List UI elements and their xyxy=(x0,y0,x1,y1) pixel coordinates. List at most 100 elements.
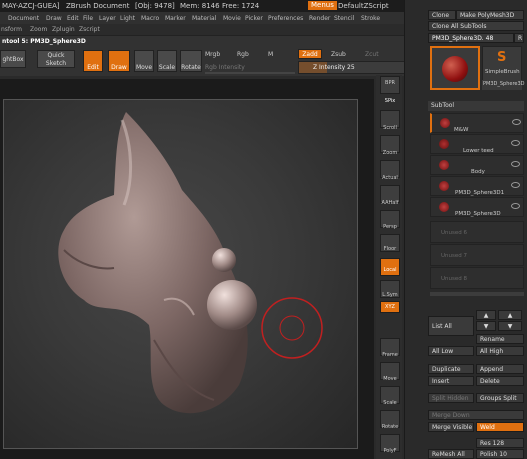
subtool-header[interactable]: SubTool xyxy=(428,101,524,111)
rotate-button[interactable]: Rotate xyxy=(180,50,202,72)
small-sphere xyxy=(212,248,236,272)
draw-button[interactable]: Draw xyxy=(108,50,130,72)
menu-stroke[interactable]: Stroke xyxy=(361,15,380,22)
rgb-button[interactable]: Rgb xyxy=(237,51,249,58)
menu-edit[interactable]: Edit xyxy=(67,15,79,22)
menu-material[interactable]: Material xyxy=(192,15,216,22)
delete-button[interactable]: Delete xyxy=(476,376,524,386)
menu-stencil[interactable]: Stencil xyxy=(334,15,354,22)
subtool-item[interactable]: M&W xyxy=(430,113,524,133)
merge-visible-button[interactable]: Merge Visible xyxy=(428,422,474,432)
subtool-scrollbar[interactable] xyxy=(430,292,524,296)
clone-button[interactable]: Clone xyxy=(428,10,456,20)
split-hidden-button[interactable]: Split Hidden xyxy=(428,393,474,403)
floor-label: Floor xyxy=(383,246,397,252)
subtool-slot-empty[interactable]: Unused 6 xyxy=(430,221,524,243)
subtool-label: Body xyxy=(471,169,485,175)
menu-zoom[interactable]: Zoom xyxy=(30,26,47,33)
merge-down-button[interactable]: Merge Down xyxy=(428,410,524,420)
menu-draw[interactable]: Draw xyxy=(46,15,62,22)
zoom-label: Zoom xyxy=(382,150,398,156)
arrow-down-icon[interactable]: ▼ xyxy=(476,321,496,331)
subtool-item[interactable]: Body xyxy=(430,155,524,175)
menu-transform[interactable]: nsform xyxy=(1,26,22,33)
menu-marker[interactable]: Marker xyxy=(165,15,186,22)
arrow-up-icon[interactable]: ▲ xyxy=(476,310,496,320)
menu-preferences[interactable]: Preferences xyxy=(268,15,303,22)
move-label: Move xyxy=(135,64,153,71)
menu-macro[interactable]: Macro xyxy=(141,15,159,22)
menu-picker[interactable]: Picker xyxy=(245,15,263,22)
menus-toggle[interactable]: Menus xyxy=(308,1,337,10)
viewport[interactable] xyxy=(3,99,358,449)
top-toolbar: ntool 5: PM3D_Sphere3D ghtBox Quick Sket… xyxy=(0,35,425,76)
zadd-button[interactable]: Zadd xyxy=(298,49,322,59)
eye-icon[interactable] xyxy=(511,182,520,188)
spix-label[interactable]: SPix xyxy=(376,98,404,104)
lightbox-button[interactable]: ghtBox xyxy=(0,50,26,68)
rgb-intensity-slider[interactable]: Rgb Intensity xyxy=(205,64,245,71)
active-tool-title: ntool 5: PM3D_Sphere3D xyxy=(2,38,86,45)
local-label: Local xyxy=(383,267,397,273)
arrow-up-double-icon[interactable]: ▲ xyxy=(498,310,522,320)
edit-button[interactable]: Edit xyxy=(83,50,103,72)
z-intensity-slider[interactable]: Z Intensity 25 xyxy=(298,61,410,74)
append-button[interactable]: Append xyxy=(476,364,524,374)
eye-icon[interactable] xyxy=(511,161,520,167)
menu-render[interactable]: Render xyxy=(309,15,330,22)
scale-button[interactable]: Scale xyxy=(157,50,177,72)
draw-label: Draw xyxy=(111,64,127,71)
res-slider[interactable]: Res 128 xyxy=(476,438,524,448)
eye-icon[interactable] xyxy=(512,119,521,125)
tool-thumbnail-active[interactable] xyxy=(430,46,480,90)
subtool-item[interactable]: PM3D_Sphere3D1 xyxy=(430,176,524,196)
quick-sketch-button[interactable]: Quick Sketch xyxy=(37,50,75,68)
tool-name-field[interactable]: PM3D_Sphere3D. 48 xyxy=(428,33,514,43)
mrgb-button[interactable]: Mrgb xyxy=(205,51,220,58)
script-name[interactable]: DefaultZScript xyxy=(338,2,389,10)
arrow-down-double-icon[interactable]: ▼ xyxy=(498,321,522,331)
remesh-all-button[interactable]: ReMesh All xyxy=(428,449,474,459)
groups-split-button[interactable]: Groups Split xyxy=(476,393,524,403)
menu-zscript[interactable]: Zscript xyxy=(79,26,100,33)
subtool-item[interactable]: PM3D_Sphere3D xyxy=(430,197,524,217)
menu-light[interactable]: Light xyxy=(120,15,135,22)
simplebrush-label: SimpleBrush xyxy=(485,69,520,75)
eye-icon[interactable] xyxy=(511,140,520,146)
menu-document[interactable]: Document xyxy=(8,15,39,22)
make-polymesh-button[interactable]: Make PolyMesh3D xyxy=(456,10,524,20)
sculpt-model xyxy=(58,112,323,414)
subtool-slot-empty[interactable]: Unused 7 xyxy=(430,244,524,266)
duplicate-button[interactable]: Duplicate xyxy=(428,364,474,374)
actual-label: Actual xyxy=(382,175,398,181)
list-all-button[interactable]: List All xyxy=(428,316,474,336)
move-button[interactable]: Move xyxy=(134,50,154,72)
z-intensity-label: Z Intensity 25 xyxy=(313,64,355,71)
quick-sketch-label: Quick Sketch xyxy=(45,52,67,67)
subtool-label: PM3D_Sphere3D xyxy=(455,211,501,217)
obj-count: [Obj: 9478] xyxy=(135,2,175,10)
polish-slider[interactable]: Polish 10 xyxy=(476,449,524,459)
all-low-button[interactable]: All Low xyxy=(428,346,474,356)
menu-zplugin[interactable]: Zplugin xyxy=(52,26,75,33)
pm3d-thumb-label: PM3D_Sphere3D xyxy=(483,81,525,87)
subtool-slot-empty[interactable]: Unused 8 xyxy=(430,267,524,289)
zsub-button[interactable]: Zsub xyxy=(331,51,346,58)
rename-button[interactable]: Rename xyxy=(476,334,524,344)
insert-button[interactable]: Insert xyxy=(428,376,474,386)
weld-button[interactable]: Weld xyxy=(476,422,524,432)
all-high-button[interactable]: All High xyxy=(476,346,524,356)
eye-icon[interactable] xyxy=(511,203,520,209)
m-button[interactable]: M xyxy=(268,51,273,58)
r-button[interactable]: R xyxy=(514,33,524,43)
menu-layer[interactable]: Layer xyxy=(99,15,116,22)
menu-file[interactable]: File xyxy=(83,15,93,22)
subtool-slot-label: Unused 6 xyxy=(441,230,467,236)
persp-label: Persp xyxy=(383,224,397,230)
clone-all-subtools-button[interactable]: Clone All SubTools xyxy=(428,21,524,31)
menu-movie[interactable]: Movie xyxy=(223,15,241,22)
zcut-button[interactable]: Zcut xyxy=(365,51,379,58)
rotate-label: Rotate xyxy=(181,64,201,71)
pm3d-thumbnail[interactable]: PM3D_Sphere3D xyxy=(482,80,525,90)
subtool-item[interactable]: Lower teed xyxy=(430,134,524,154)
